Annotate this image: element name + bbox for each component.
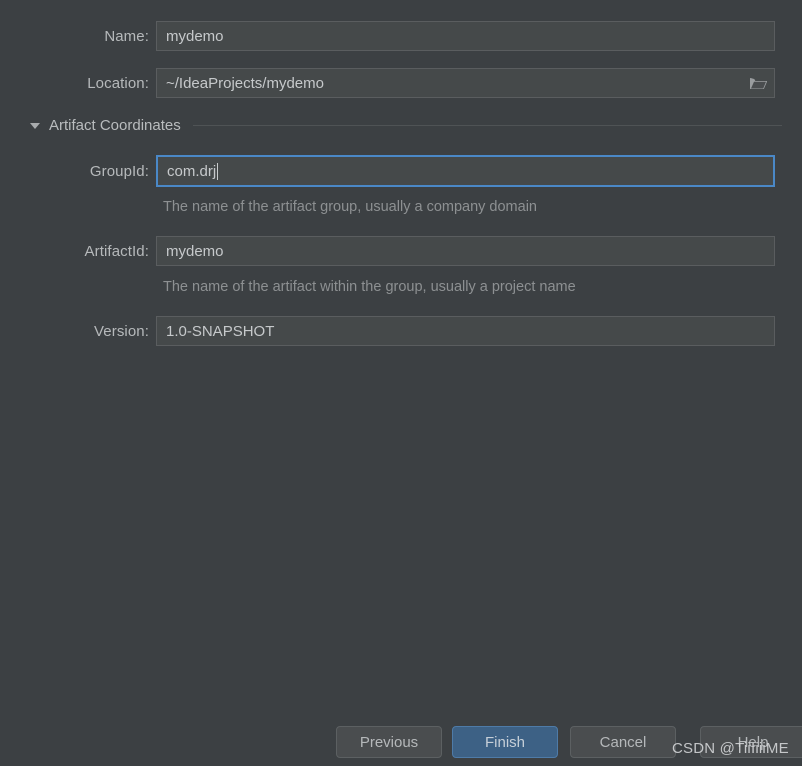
version-label: Version: xyxy=(94,322,149,340)
location-input-value: ~/IdeaProjects/mydemo xyxy=(166,74,324,92)
artifact-coordinates-title: Artifact Coordinates xyxy=(49,117,181,134)
finish-button[interactable]: Finish xyxy=(452,726,558,758)
version-input[interactable]: 1.0-SNAPSHOT xyxy=(156,316,775,346)
new-project-dialog: Name: mydemo Location: ~/IdeaProjects/my… xyxy=(0,0,802,766)
name-label: Name: xyxy=(104,27,149,45)
chevron-down-icon[interactable] xyxy=(30,122,40,129)
help-button[interactable]: Help xyxy=(700,726,802,758)
version-input-value: 1.0-SNAPSHOT xyxy=(166,322,275,340)
name-row: Name: mydemo xyxy=(30,21,782,51)
artifactid-input[interactable]: mydemo xyxy=(156,236,775,266)
name-input[interactable]: mydemo xyxy=(156,21,775,51)
version-row: Version: 1.0-SNAPSHOT xyxy=(30,316,782,346)
location-row: Location: ~/IdeaProjects/mydemo xyxy=(30,68,782,98)
browse-folder-button[interactable] xyxy=(743,69,774,97)
previous-button[interactable]: Previous xyxy=(336,726,442,758)
artifactid-row: ArtifactId: mydemo xyxy=(30,236,782,266)
location-input[interactable]: ~/IdeaProjects/mydemo xyxy=(156,68,775,98)
groupid-input[interactable]: com.drj xyxy=(156,155,775,187)
text-caret xyxy=(217,162,219,180)
location-label: Location: xyxy=(87,74,149,92)
name-input-value: mydemo xyxy=(166,27,224,45)
groupid-row: GroupId: com.drj xyxy=(30,155,782,187)
cancel-button[interactable]: Cancel xyxy=(570,726,676,758)
groupid-label: GroupId: xyxy=(89,162,149,180)
dialog-button-bar: Previous Finish Cancel Help xyxy=(0,726,802,766)
section-divider xyxy=(192,125,782,126)
groupid-input-value: com.drj xyxy=(167,162,217,180)
artifact-coordinates-section-header[interactable]: Artifact Coordinates xyxy=(30,117,782,134)
folder-icon xyxy=(750,77,767,89)
artifactid-label: ArtifactId: xyxy=(84,242,149,260)
groupid-helper-text: The name of the artifact group, usually … xyxy=(163,199,537,215)
artifactid-helper-text: The name of the artifact within the grou… xyxy=(163,279,576,295)
artifactid-input-value: mydemo xyxy=(166,242,224,260)
